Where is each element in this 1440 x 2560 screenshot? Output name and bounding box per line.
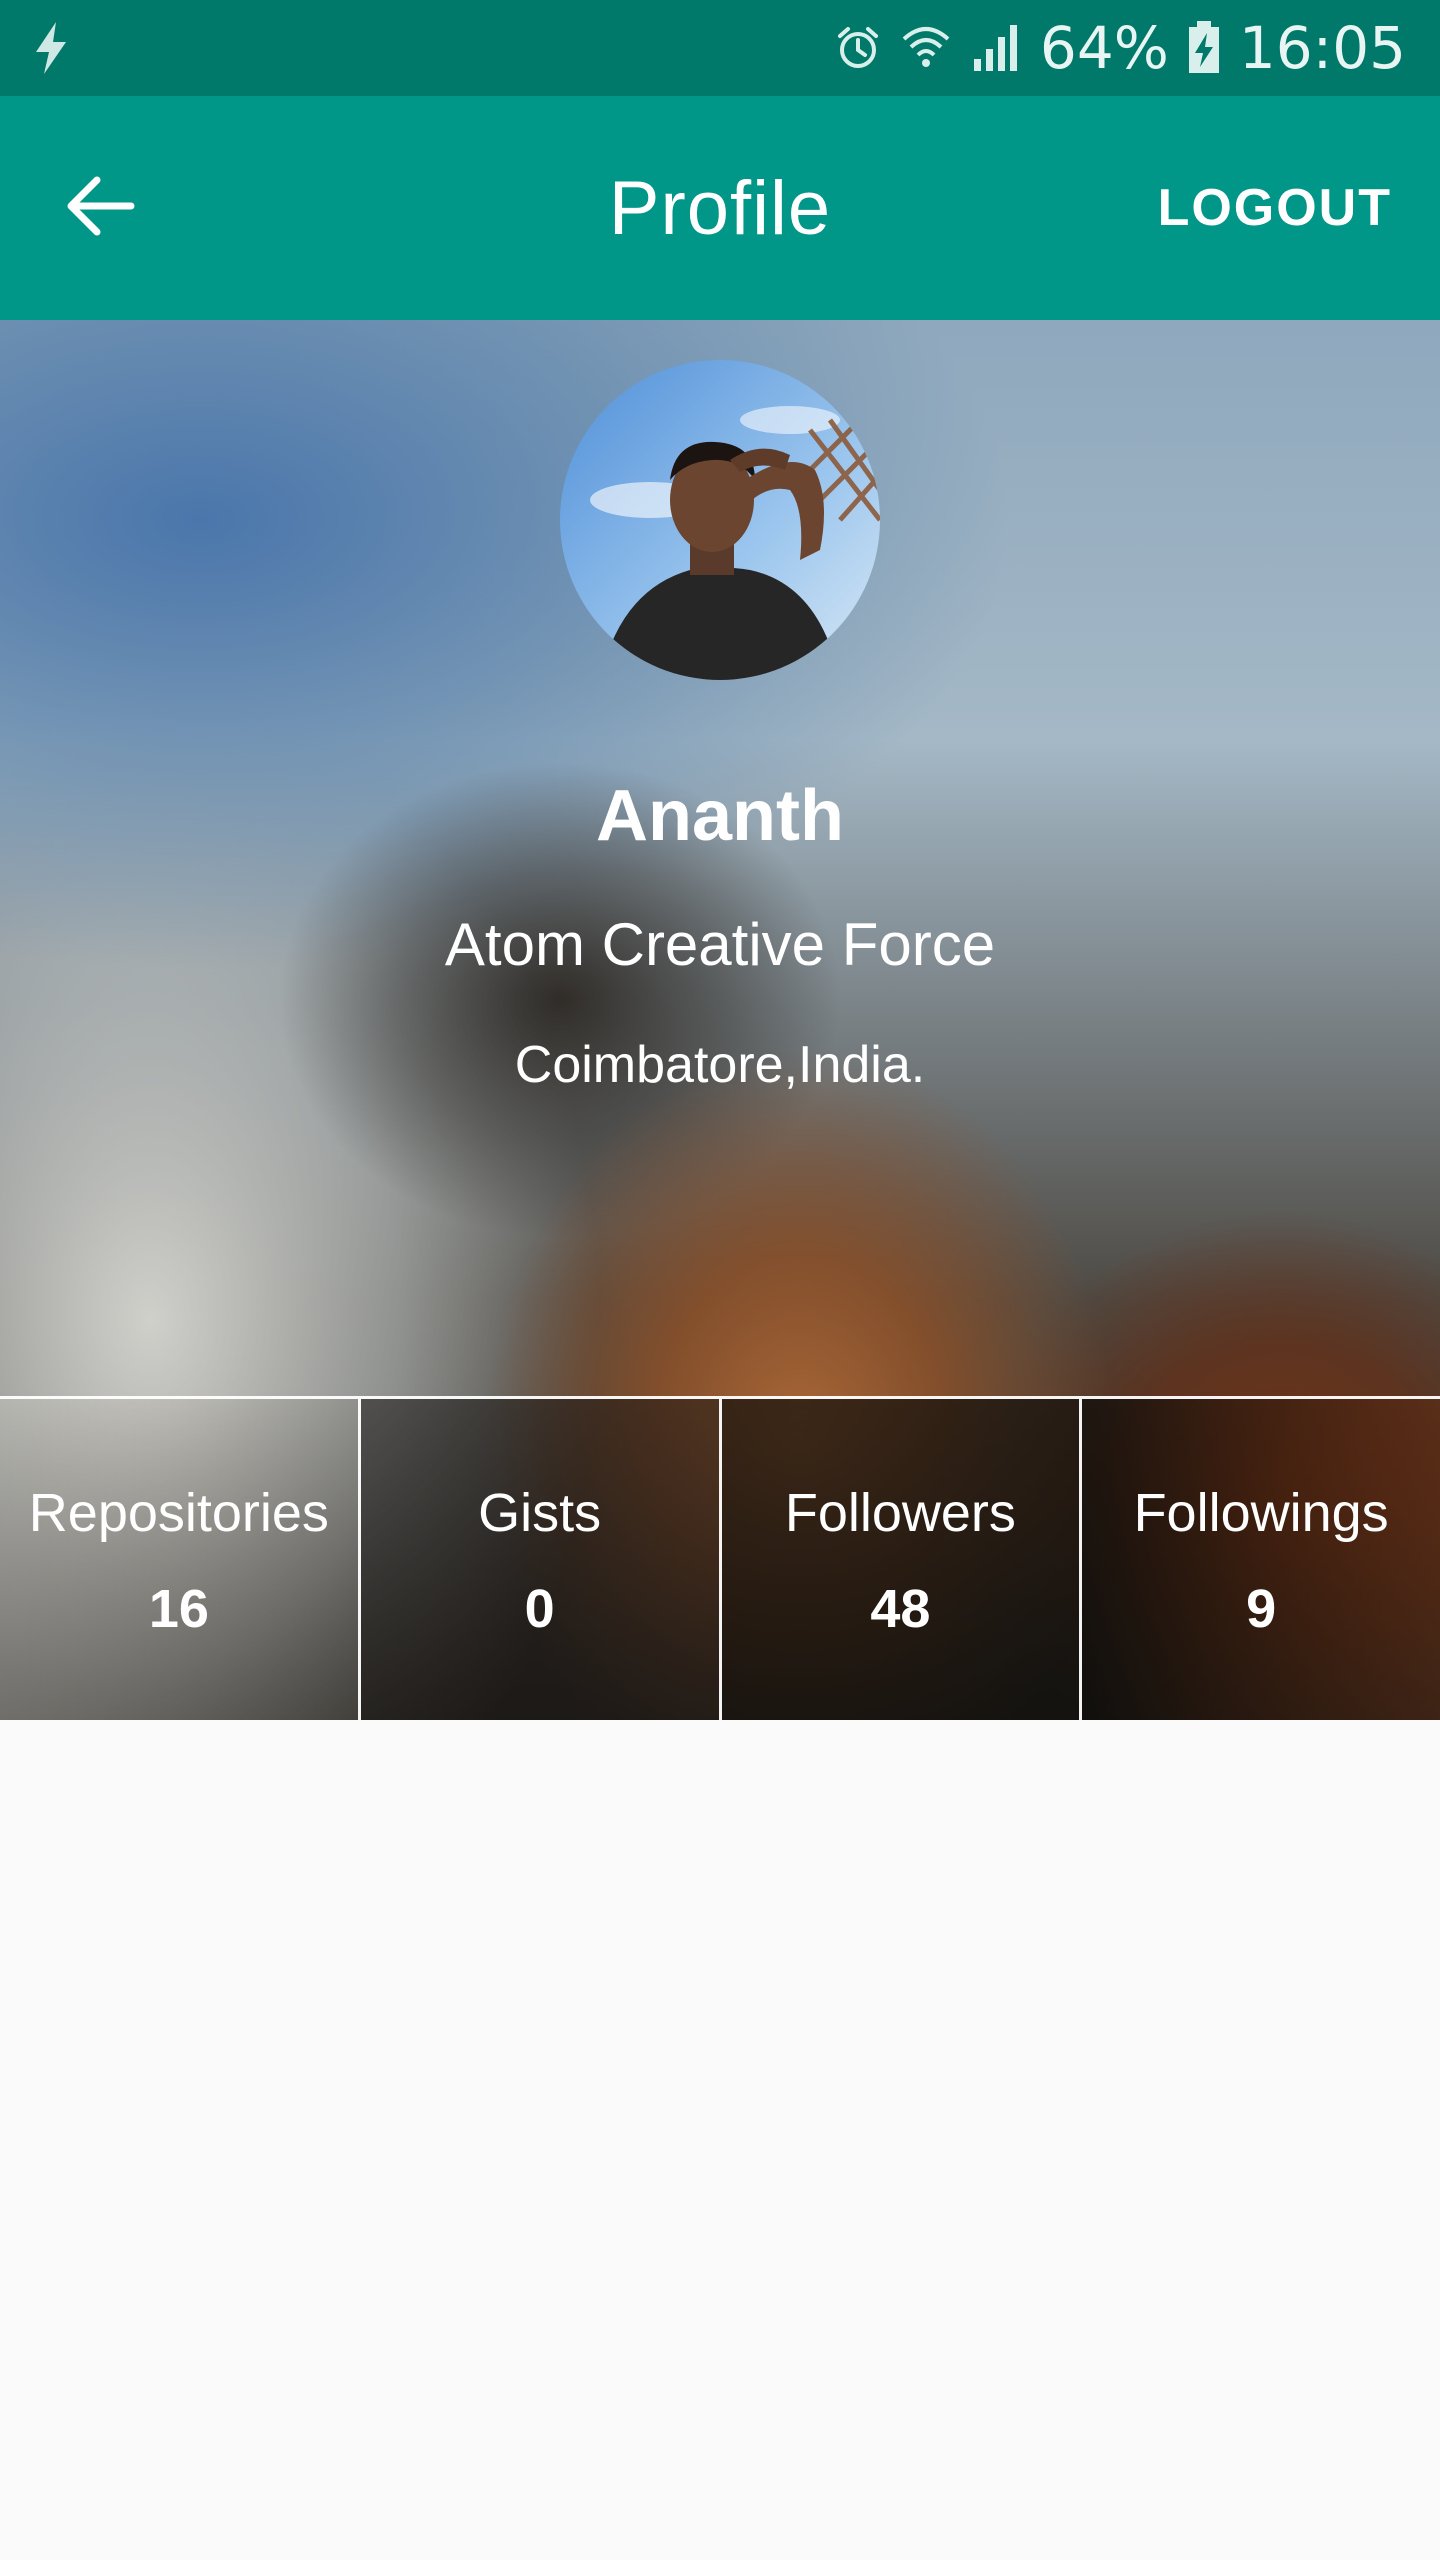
stat-label: Gists <box>478 1483 602 1543</box>
stat-value: 9 <box>1246 1579 1277 1639</box>
stat-followings[interactable]: Followings 9 <box>1082 1399 1440 1720</box>
clock-time: 16:05 <box>1238 14 1406 82</box>
battery-charging-icon <box>1187 21 1221 75</box>
stat-value: 0 <box>524 1579 555 1639</box>
battery-percentage: 64% <box>1039 14 1169 82</box>
signal-icon <box>970 23 1022 73</box>
stat-gists[interactable]: Gists 0 <box>360 1399 722 1720</box>
back-button[interactable] <box>50 158 150 258</box>
logout-button[interactable]: LOGOUT <box>1158 168 1392 248</box>
stat-label: Followings <box>1133 1483 1389 1543</box>
arrow-left-icon <box>65 174 135 243</box>
app-bar: Profile LOGOUT <box>0 96 1440 320</box>
stat-value: 48 <box>870 1579 931 1639</box>
stat-followers[interactable]: Followers 48 <box>721 1399 1083 1720</box>
stat-label: Followers <box>784 1483 1016 1543</box>
avatar[interactable] <box>560 360 880 680</box>
stat-label: Repositories <box>28 1483 329 1543</box>
profile-header: Ananth Atom Creative Force Coimbatore,In… <box>0 320 1440 1720</box>
charging-bolt-icon <box>34 22 68 74</box>
wifi-icon <box>900 23 952 73</box>
profile-company: Atom Creative Force <box>444 911 996 978</box>
alarm-icon <box>834 24 882 72</box>
stat-repositories[interactable]: Repositories 16 <box>0 1399 361 1720</box>
status-bar: 64% 16:05 <box>0 0 1440 96</box>
profile-location: Coimbatore,India. <box>514 1036 926 1094</box>
content-area <box>0 1720 1440 2560</box>
profile-name: Ananth <box>596 776 844 856</box>
stat-value: 16 <box>148 1579 209 1639</box>
stats-row: Repositories 16 Gists 0 Followers 48 Fol… <box>0 1396 1440 1720</box>
